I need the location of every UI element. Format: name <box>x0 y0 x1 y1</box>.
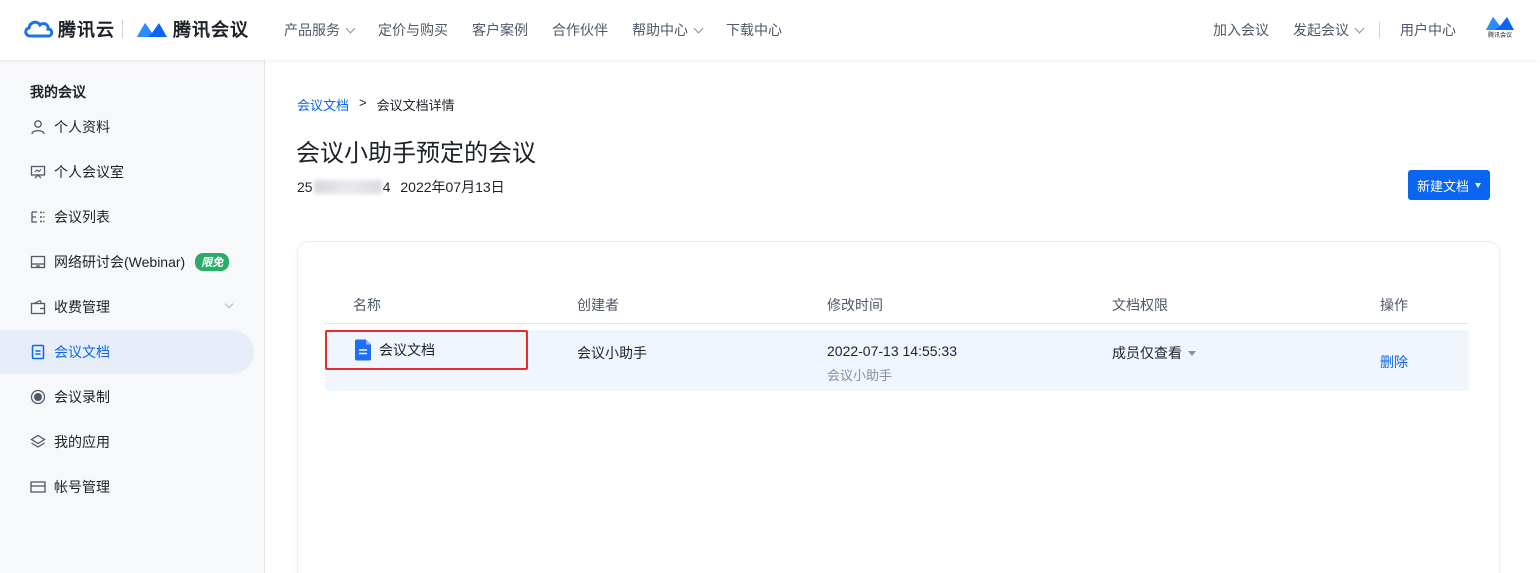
sidebar-item-my-apps[interactable]: 我的应用 <box>0 420 254 464</box>
table-header: 名称 创建者 修改时间 文档权限 操作 <box>325 287 1469 324</box>
wallet-icon <box>30 299 46 315</box>
meeting-date: 2022年07月13日 <box>400 179 505 195</box>
chevron-down-icon <box>224 299 234 309</box>
sidebar-title: 我的会议 <box>30 84 86 100</box>
sidebar-item-label: 网络研讨会(Webinar) <box>54 254 186 270</box>
meeting-avatar-icon <box>1486 17 1514 30</box>
sidebar-item-personal-room[interactable]: 个人会议室 <box>0 150 254 194</box>
user-icon <box>30 119 46 135</box>
join-meeting-link[interactable]: 加入会议 <box>1213 20 1269 40</box>
new-document-label: 新建文档 <box>1416 178 1469 194</box>
permission-value: 成员仅查看 <box>1112 345 1182 361</box>
column-header-name: 名称 <box>353 297 381 313</box>
meeting-meta: 25 4 2022年07月13日 <box>297 177 505 197</box>
sidebar-item-label: 个人资料 <box>54 119 110 135</box>
chevron-down-icon <box>693 23 704 33</box>
sidebar-item-meeting-list[interactable]: 会议列表 <box>0 195 254 239</box>
free-badge: 限免 <box>195 253 230 271</box>
sidebar-item-account[interactable]: 帐号管理 <box>0 465 254 509</box>
nav-pricing[interactable]: 定价与购买 <box>378 20 448 40</box>
chevron-down-icon <box>1354 23 1365 33</box>
caret-down-icon <box>1475 182 1481 188</box>
sidebar-item-billing[interactable]: 收费管理 <box>0 285 254 329</box>
top-nav: 产品服务 定价与购买 客户案例 合作伙伴 帮助中心 下载中心 <box>284 0 806 60</box>
breadcrumb: 会议文档 > 会议文档详情 <box>297 95 455 114</box>
sidebar-item-label: 会议录制 <box>54 389 110 405</box>
join-meeting-label: 加入会议 <box>1213 22 1269 38</box>
sidebar-item-profile[interactable]: 个人资料 <box>0 105 254 149</box>
nav-label: 产品服务 <box>284 22 340 38</box>
nav-partners[interactable]: 合作伙伴 <box>552 20 608 40</box>
nav-customer-cases[interactable]: 客户案例 <box>472 20 528 40</box>
meeting-id-suffix: 4 <box>382 179 391 195</box>
creator-cell: 会议小助手 <box>577 345 647 361</box>
user-center-label: 用户中心 <box>1400 22 1456 38</box>
meeting-id: 25 4 <box>297 179 390 195</box>
document-name-cell[interactable]: 会议文档 <box>325 330 528 370</box>
meeting-room-icon <box>30 164 46 180</box>
sidebar-item-label: 收费管理 <box>54 299 110 315</box>
breadcrumb-parent-link[interactable]: 会议文档 <box>297 95 349 114</box>
record-icon <box>30 389 46 405</box>
page-title: 会议小助手预定的会议 <box>296 140 536 167</box>
document-name: 会议文档 <box>379 342 435 358</box>
sidebar-item-meeting-docs[interactable]: 会议文档 <box>0 330 254 374</box>
sidebar-item-label: 会议文档 <box>54 344 110 360</box>
card-icon <box>30 479 46 495</box>
right-nav: 加入会议 发起会议 用户中心 <box>1213 0 1456 60</box>
meeting-logo-icon <box>137 23 167 37</box>
new-document-button[interactable]: 新建文档 <box>1408 170 1490 200</box>
sidebar-item-label: 会议列表 <box>54 209 110 225</box>
tencent-cloud-logo[interactable]: 腾讯云 <box>22 16 115 42</box>
logo-divider <box>122 20 123 38</box>
permission-select[interactable]: 成员仅查看 <box>1112 343 1196 363</box>
nav-label: 帮助中心 <box>632 22 688 38</box>
doc-file-icon <box>355 339 371 361</box>
layers-icon <box>30 434 46 450</box>
nav-label: 客户案例 <box>472 22 528 38</box>
nav-label: 定价与购买 <box>378 22 448 38</box>
nav-help-center[interactable]: 帮助中心 <box>632 20 704 40</box>
document-icon <box>30 344 46 360</box>
nav-label: 下载中心 <box>726 22 782 38</box>
start-meeting-menu[interactable]: 发起会议 <box>1293 20 1365 40</box>
nav-divider <box>1379 22 1380 38</box>
nav-download-center[interactable]: 下载中心 <box>726 20 782 40</box>
sidebar-item-webinar[interactable]: 网络研讨会(Webinar) 限免 <box>0 240 254 284</box>
top-header: 腾讯云 腾讯会议 产品服务 定价与购买 客户案例 合作伙伴 帮助中心 下载中心 … <box>0 0 1540 60</box>
brand-cloud-text: 腾讯云 <box>58 20 115 40</box>
brand-meeting-text: 腾讯会议 <box>173 20 249 40</box>
avatar-label: 腾讯会议 <box>1487 33 1512 39</box>
column-header-modified: 修改时间 <box>827 297 883 313</box>
start-meeting-label: 发起会议 <box>1293 22 1349 38</box>
column-header-creator: 创建者 <box>577 297 619 313</box>
meeting-id-prefix: 25 <box>297 179 313 195</box>
modified-by: 会议小助手 <box>827 368 893 383</box>
list-icon <box>30 209 46 225</box>
modified-time: 2022-07-13 14:55:33 <box>827 343 957 359</box>
delete-link[interactable]: 删除 <box>1380 352 1408 372</box>
breadcrumb-separator: > <box>359 95 367 110</box>
chevron-down-icon <box>345 23 356 33</box>
webinar-icon <box>30 254 46 270</box>
sidebar: 我的会议 个人资料 个人会议室 会议列表 网络研讨会(Webinar) 限免 收… <box>0 60 265 573</box>
column-header-actions: 操作 <box>1380 297 1408 313</box>
nav-label: 合作伙伴 <box>552 22 608 38</box>
cloud-logo-icon <box>24 20 54 38</box>
breadcrumb-current: 会议文档详情 <box>376 98 455 113</box>
avatar[interactable]: 腾讯会议 <box>1484 14 1516 46</box>
tencent-meeting-logo[interactable]: 腾讯会议 <box>135 16 249 42</box>
sidebar-item-label: 帐号管理 <box>54 479 110 495</box>
nav-product-services[interactable]: 产品服务 <box>284 20 356 40</box>
table-row[interactable]: 会议文档 会议小助手 2022-07-13 14:55:33 会议小助手 成员仅… <box>325 330 1469 391</box>
column-header-permission: 文档权限 <box>1112 297 1168 313</box>
caret-down-icon <box>1188 350 1196 356</box>
sidebar-item-label: 我的应用 <box>54 434 110 450</box>
sidebar-item-recording[interactable]: 会议录制 <box>0 375 254 419</box>
redacted-block <box>313 180 382 194</box>
user-center-link[interactable]: 用户中心 <box>1400 20 1456 40</box>
sidebar-item-label: 个人会议室 <box>54 164 124 180</box>
